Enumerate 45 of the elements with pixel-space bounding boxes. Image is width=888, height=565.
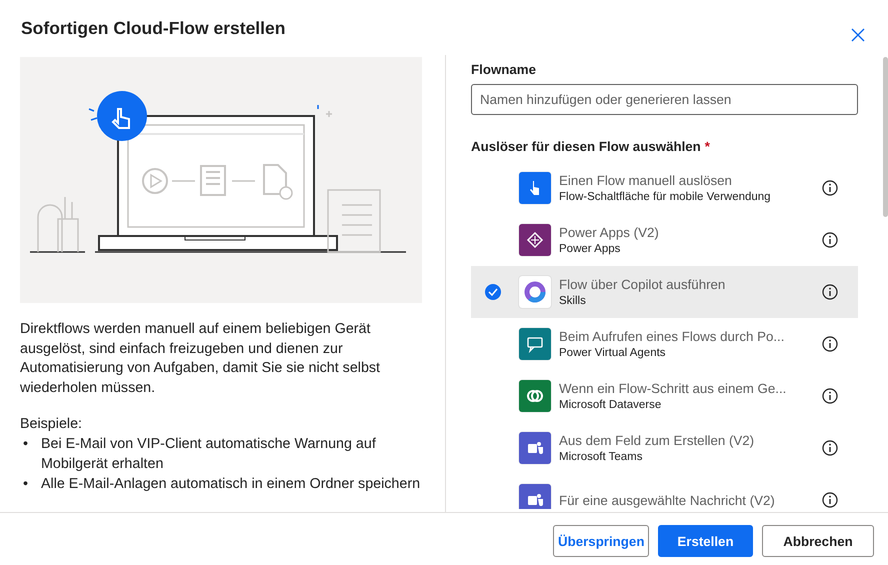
trigger-title: Für eine ausgewählte Nachricht (V2): [559, 492, 776, 508]
trigger-title: Wenn ein Flow-Schritt aus einem Ge...: [559, 380, 788, 396]
info-icon[interactable]: [822, 336, 838, 352]
info-icon[interactable]: [822, 232, 838, 248]
trigger-subtitle: Skills: [559, 294, 587, 308]
bullet-mark: •: [23, 475, 30, 494]
required-mark: *: [704, 139, 710, 154]
description-text: Direktflows werden manuell auf einem beliebigen Gerät ausgelöst, sind einfach freizugeben und dienen zur Automatisierung von Aufgaben, damit Sie sie nicht selbst wiederholen müssen.: [20, 320, 382, 398]
examples-label: Beispiele:: [20, 415, 83, 434]
cancel-button[interactable]: Abbrechen: [762, 525, 874, 557]
info-icon[interactable]: [822, 388, 838, 404]
trigger-subtitle: Power Apps: [559, 242, 622, 256]
trigger-title: Power Apps (V2): [559, 224, 660, 240]
scrollbar[interactable]: [883, 57, 888, 217]
trigger-subtitle: Microsoft Teams: [559, 450, 644, 464]
dialog-title: Sofortigen Cloud-Flow erstellen: [21, 18, 286, 39]
skip-button[interactable]: Überspringen: [553, 525, 649, 557]
info-icon[interactable]: [822, 180, 838, 196]
trigger-subtitle: Power Virtual Agents: [559, 346, 667, 360]
selected-check-icon: [485, 284, 501, 300]
trigger-subtitle: Microsoft Dataverse: [559, 398, 662, 412]
field-label: Flowname: [471, 62, 538, 77]
trigger-item[interactable]: Einen Flow manuell auslösen Flow-Schaltfläche für mobile Verwendung: [471, 162, 858, 214]
bullet-mark: •: [23, 435, 30, 454]
name-input-field[interactable]: Namen hinzufügen oder generieren lassen: [471, 84, 858, 115]
example-item: Alle E-Mail-Anlagen automatisch in einem Ordner speichern: [41, 475, 420, 494]
trigger-title: Flow über Copilot ausführen: [559, 276, 726, 292]
create-button[interactable]: Erstellen: [658, 525, 753, 557]
info-icon[interactable]: [822, 284, 838, 300]
trigger-subtitle: Flow-Schaltfläche für mobile Verwendung: [559, 190, 772, 204]
trigger-item[interactable]: Beim Aufrufen eines Flows durch Po... Power Virtual Agents: [471, 318, 858, 370]
close-icon: [850, 26, 866, 42]
trigger-title: Beim Aufrufen eines Flows durch Po...: [559, 328, 786, 344]
trigger-title: Aus dem Feld zum Erstellen (V2): [559, 432, 756, 448]
section-label: Auslöser für diesen Flow auswählen: [471, 139, 701, 154]
trigger-item[interactable]: Power Apps (V2) Power Apps: [471, 214, 858, 266]
trigger-item[interactable]: Wenn ein Flow-Schritt aus einem Ge... Microsoft Dataverse: [471, 370, 858, 422]
trigger-item[interactable]: Für eine ausgewählte Nachricht (V2): [471, 474, 858, 509]
close-button[interactable]: [850, 26, 866, 42]
info-icon[interactable]: [822, 440, 838, 456]
trigger-title: Einen Flow manuell auslösen: [559, 172, 733, 188]
trigger-item[interactable]: Aus dem Feld zum Erstellen (V2) Microsoft Teams: [471, 422, 858, 474]
info-icon[interactable]: [822, 492, 838, 508]
example-item: Bei E-Mail von VIP-Client automatische Warnung auf Mobilgerät erhalten: [41, 435, 377, 474]
trigger-item[interactable]: Flow über Copilot ausführen Skills: [471, 266, 858, 318]
